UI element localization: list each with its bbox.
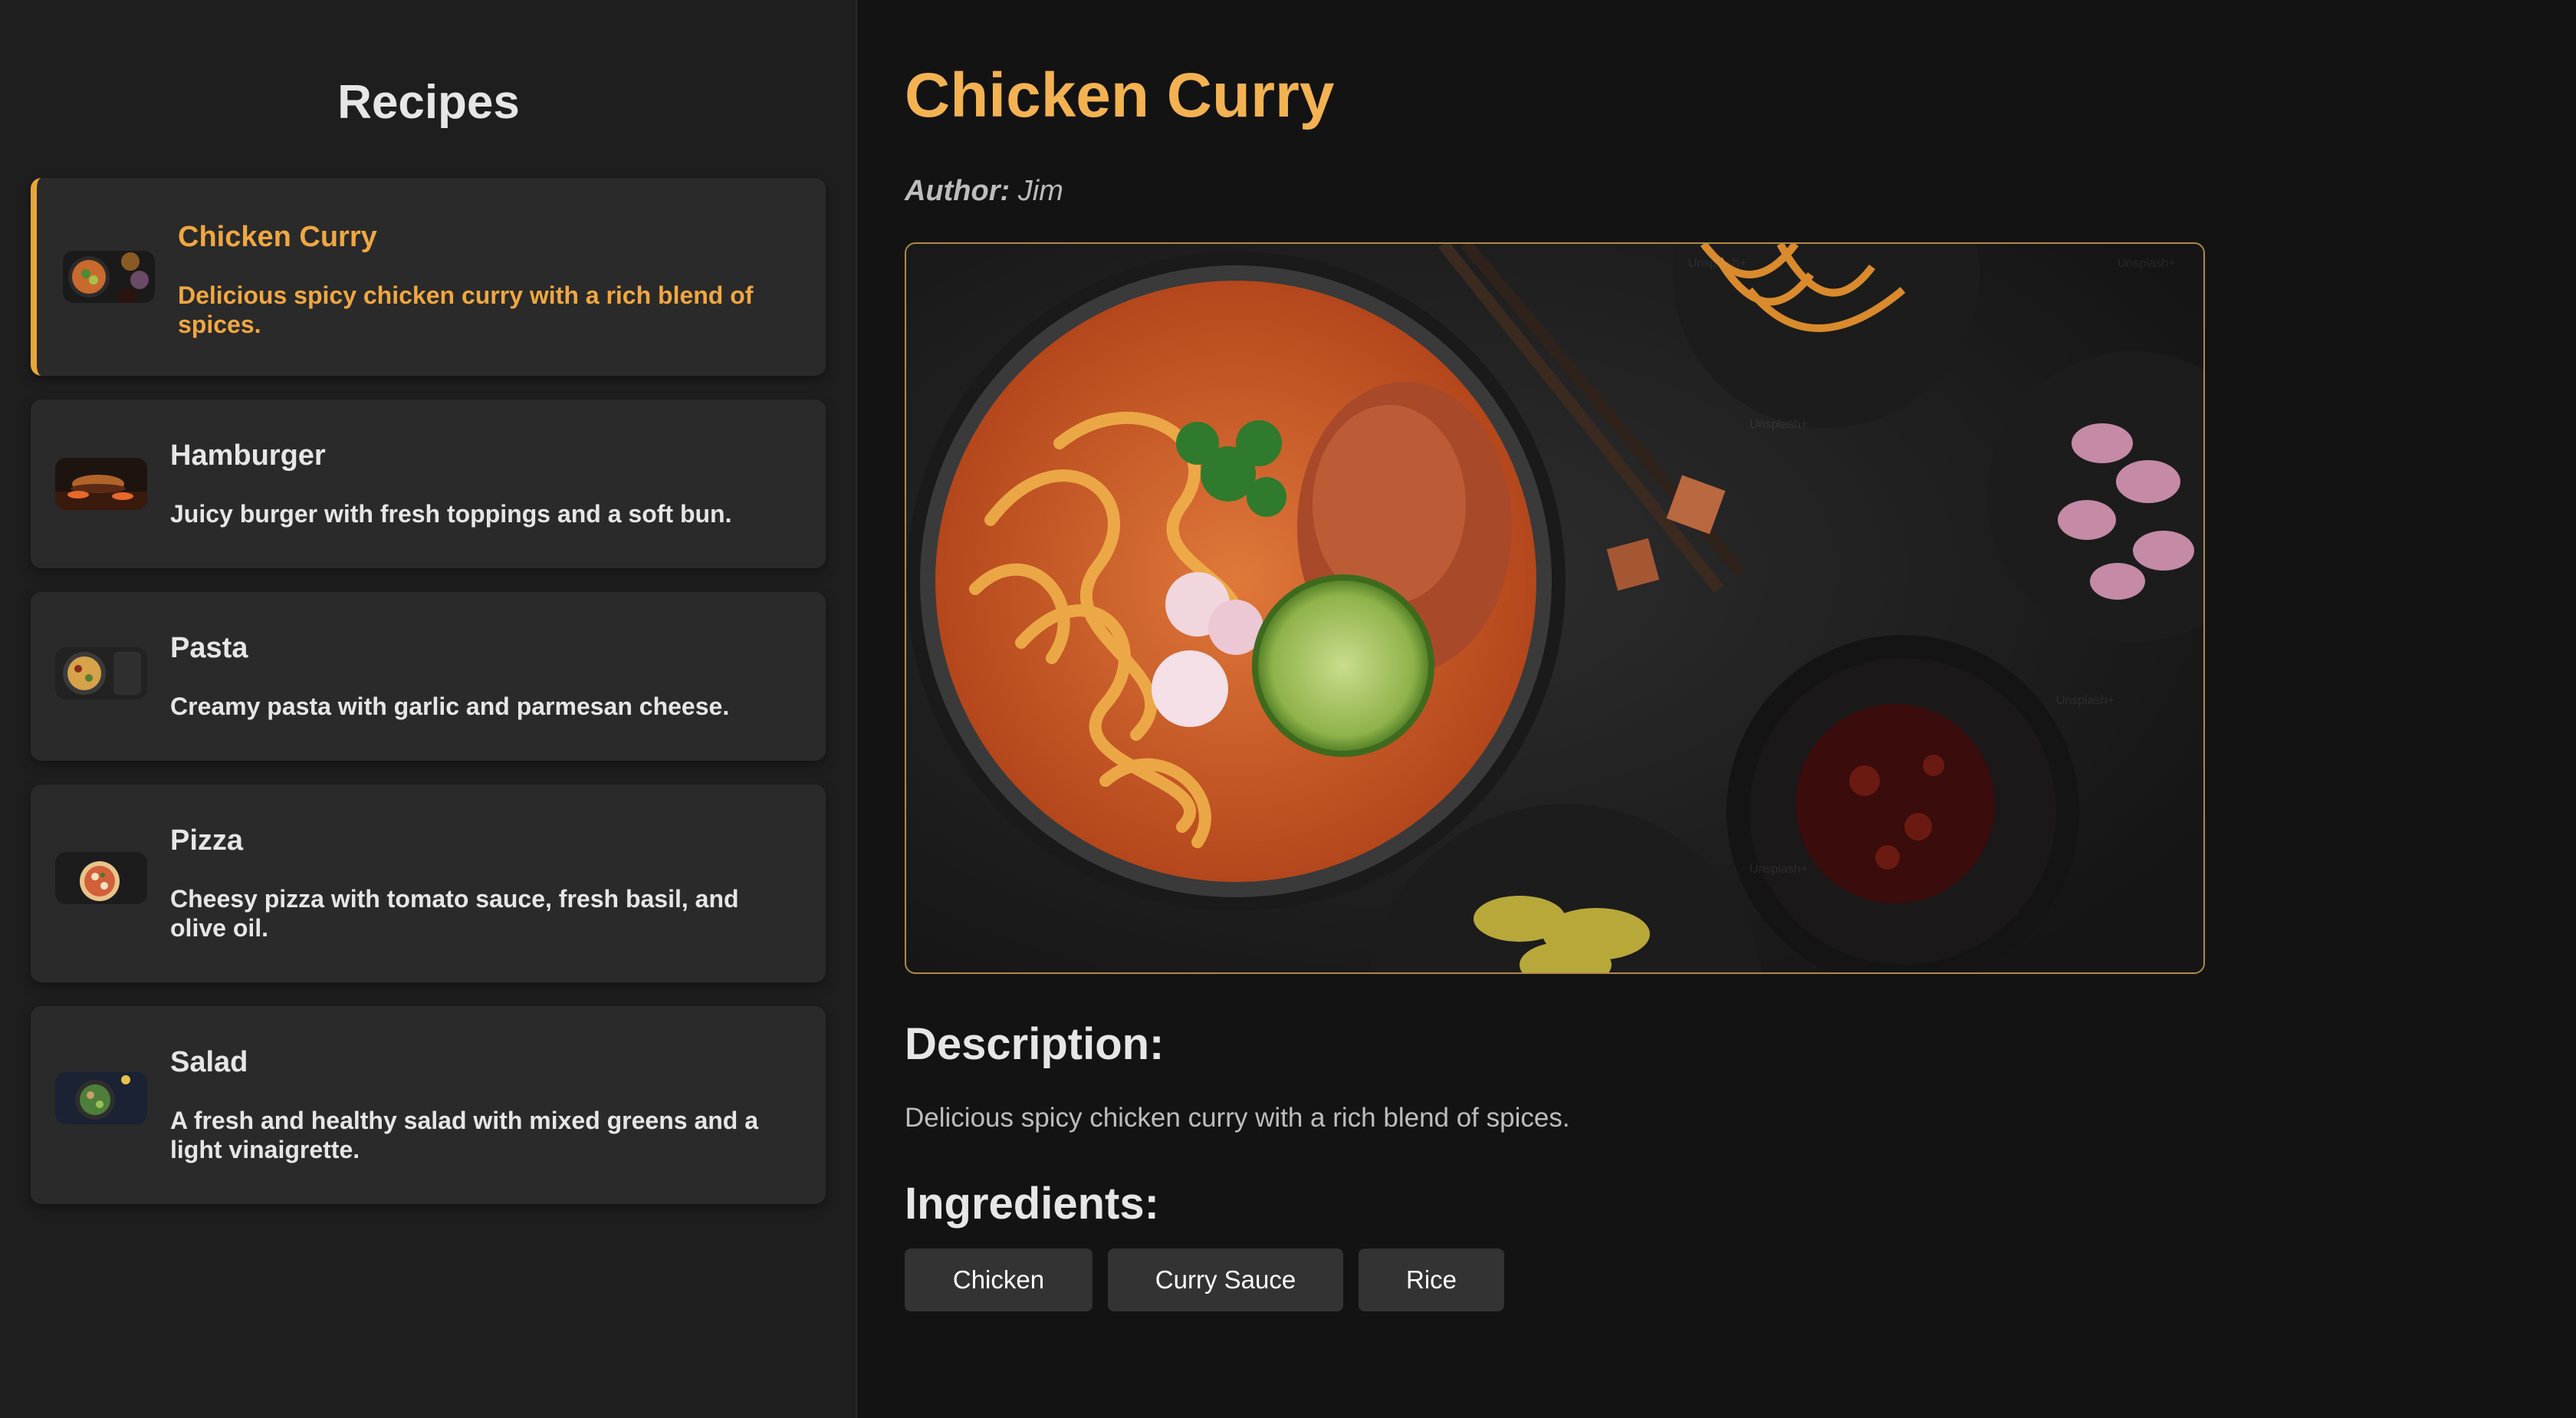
pasta-thumbnail bbox=[55, 647, 147, 699]
ingredient-chip[interactable]: Chicken bbox=[905, 1249, 1092, 1311]
description-text: Delicious spicy chicken curry with a ric… bbox=[905, 1103, 1570, 1133]
svg-text:Unsplash+: Unsplash+ bbox=[2118, 257, 2176, 270]
recipe-card-name: Chicken Curry bbox=[178, 221, 377, 253]
recipe-detail: Chicken Curry Author: Jim Unsplash+ Unsp… bbox=[905, 0, 2576, 1418]
recipe-card-description: A fresh and healthy salad with mixed gre… bbox=[170, 1107, 759, 1163]
recipe-card-name: Salad bbox=[170, 1046, 248, 1078]
recipe-card-pizza[interactable]: Pizza Cheesy pizza with tomato sauce, fr… bbox=[31, 785, 826, 982]
recipe-card-description: Cheesy pizza with tomato sauce, fresh ba… bbox=[170, 885, 739, 942]
author-name: Jim bbox=[1017, 175, 1063, 207]
recipe-card-pasta[interactable]: Pasta Creamy pasta with garlic and parme… bbox=[31, 592, 826, 761]
recipe-hero-image: Unsplash+ Unsplash+ Unsplash+ Unsplash+ … bbox=[905, 242, 2205, 974]
chicken-curry-photo: Unsplash+ Unsplash+ Unsplash+ Unsplash+ … bbox=[906, 244, 2203, 972]
recipe-card-description: Creamy pasta with garlic and parmesan ch… bbox=[170, 693, 730, 720]
svg-text:Unsplash+: Unsplash+ bbox=[1750, 418, 1808, 431]
recipe-card-salad[interactable]: Salad A fresh and healthy salad with mix… bbox=[31, 1006, 826, 1204]
recipe-card-chicken-curry[interactable]: Chicken Curry Delicious spicy chicken cu… bbox=[31, 178, 826, 376]
recipe-card-hamburger[interactable]: Hamburger Juicy burger with fresh toppin… bbox=[31, 400, 826, 568]
svg-text:Unsplash+: Unsplash+ bbox=[2056, 694, 2114, 707]
svg-text:Unsplash+: Unsplash+ bbox=[1750, 863, 1808, 876]
chicken-curry-thumbnail bbox=[63, 251, 155, 303]
recipe-title: Chicken Curry bbox=[905, 61, 1335, 130]
sidebar: Recipes Chicken Curry Delicious spicy ch… bbox=[0, 0, 857, 1418]
recipe-card-name: Hamburger bbox=[170, 439, 326, 472]
hamburger-thumbnail bbox=[55, 458, 147, 510]
recipe-card-description: Juicy burger with fresh toppings and a s… bbox=[170, 500, 732, 528]
svg-text:Unsplash+: Unsplash+ bbox=[1688, 257, 1746, 270]
ingredient-chip[interactable]: Curry Sauce bbox=[1108, 1249, 1343, 1311]
description-heading: Description: bbox=[905, 1019, 1165, 1069]
pizza-thumbnail bbox=[55, 852, 147, 904]
salad-thumbnail bbox=[55, 1072, 147, 1124]
ingredient-chip[interactable]: Rice bbox=[1359, 1249, 1504, 1311]
author-label: Author: bbox=[905, 175, 1010, 207]
recipe-card-name: Pizza bbox=[170, 824, 244, 857]
author-line: Author: Jim bbox=[905, 175, 1063, 208]
recipe-card-description: Delicious spicy chicken curry with a ric… bbox=[178, 281, 754, 338]
ingredients-heading: Ingredients: bbox=[905, 1179, 1159, 1229]
recipe-card-name: Pasta bbox=[170, 632, 248, 664]
sidebar-title: Recipes bbox=[337, 76, 520, 129]
